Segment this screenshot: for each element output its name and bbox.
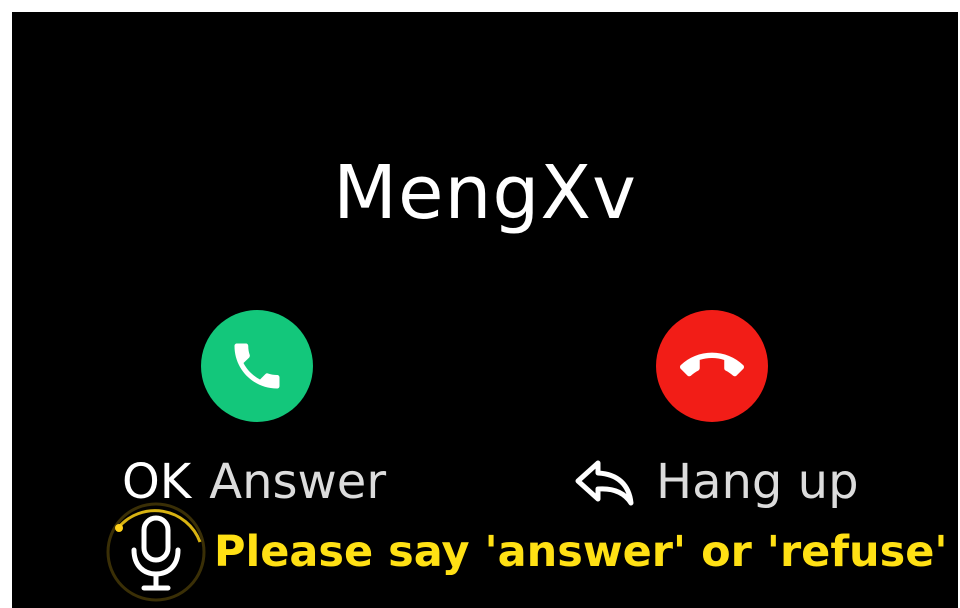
hangup-call-button[interactable] <box>656 310 768 422</box>
phone-hangup-icon <box>680 334 744 398</box>
phone-answer-icon <box>227 336 287 396</box>
answer-call-button[interactable] <box>201 310 313 422</box>
microphone-icon <box>104 500 208 604</box>
voice-command-bar: Please say 'answer' or 'refuse' <box>104 500 948 604</box>
voice-prompt-text: Please say 'answer' or 'refuse' <box>214 527 948 577</box>
caller-name: MengXv <box>333 150 637 236</box>
incoming-call-screen: MengXv OK Answer Hang up Please say 'ans… <box>12 12 958 608</box>
